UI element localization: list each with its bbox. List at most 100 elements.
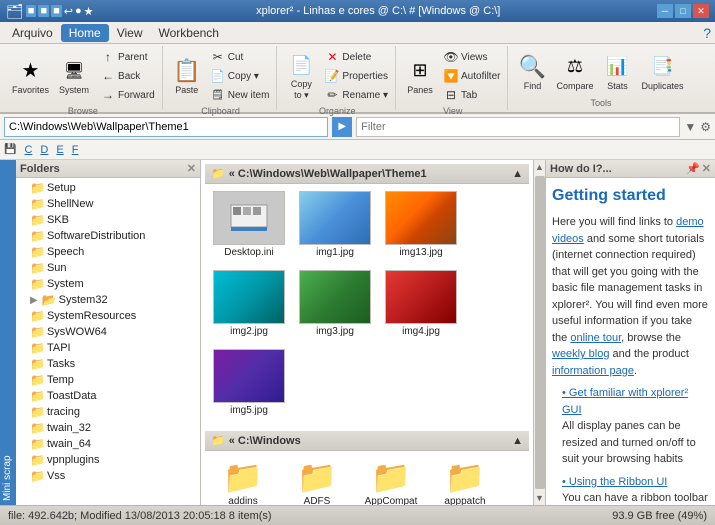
help-icon[interactable]: ? — [703, 25, 711, 41]
folder-system[interactable]: 📁 System — [18, 276, 198, 292]
folder-vss[interactable]: 📁 Vss — [18, 468, 198, 484]
folder-vpnplugins[interactable]: 📁 vpnplugins — [18, 452, 198, 468]
folder-tapi[interactable]: 📁 TAPI — [18, 340, 198, 356]
drive-f[interactable]: F — [72, 144, 79, 156]
properties-button[interactable]: 📝Properties — [321, 67, 391, 85]
copy-button[interactable]: 📄Copy ▾ — [207, 67, 273, 85]
folder-icon: 📁 — [30, 405, 45, 419]
file-img2[interactable]: img2.jpg — [209, 267, 289, 340]
compare-button[interactable]: ⚖ Compare — [552, 51, 597, 94]
back-button[interactable]: ←Back — [97, 67, 158, 85]
folder-speech[interactable]: 📁 Speech — [18, 244, 198, 260]
sidebar-close-button[interactable]: ✕ — [187, 162, 196, 175]
folder-syswow64[interactable]: 📁 SysWOW64 — [18, 324, 198, 340]
go-button[interactable]: ▶ — [332, 117, 352, 137]
help-bullet-1: • Get familiar with xplorer² GUI All dis… — [562, 385, 709, 468]
autofilter-button[interactable]: 🔽Autofilter — [440, 67, 503, 85]
panes-button[interactable]: ⊞ Panes — [402, 55, 438, 98]
folder-addins[interactable]: 📁 addins — [209, 455, 277, 505]
folder-appcompat[interactable]: 📁 AppCompat — [357, 455, 425, 505]
expand-icon: ▶ — [30, 295, 38, 306]
close-button[interactable]: ✕ — [693, 4, 709, 18]
forward-button[interactable]: →Forward — [97, 86, 158, 104]
minimize-button[interactable]: ─ — [657, 4, 673, 18]
folder-systemresources[interactable]: 📁 SystemResources — [18, 308, 198, 324]
duplicates-button[interactable]: 📑 Duplicates — [638, 51, 688, 94]
sidebar-header: Folders ✕ — [16, 160, 200, 178]
file-img5[interactable]: img5.jpg — [209, 346, 289, 419]
folder-system32[interactable]: ▶ 📂 System32 — [18, 292, 198, 308]
scroll-thumb[interactable] — [535, 176, 545, 489]
help-close-icon[interactable]: ✕ — [702, 162, 711, 175]
folder-setup[interactable]: 📁 Setup — [18, 180, 198, 196]
help-pin-icon[interactable]: 📌 — [686, 162, 700, 175]
help-link-tour[interactable]: online tour — [570, 332, 621, 344]
folder-skb[interactable]: 📁 SKB — [18, 212, 198, 228]
drive-d[interactable]: D — [40, 144, 48, 156]
section-scroll-up2[interactable]: ▲ — [512, 435, 523, 447]
file-thumbnail — [299, 270, 371, 324]
filter-input[interactable] — [356, 117, 680, 137]
drive-c[interactable]: C — [24, 144, 32, 156]
mini-scrap-tab[interactable]: Mini scrap — [0, 160, 16, 505]
drive-e[interactable]: E — [56, 144, 63, 156]
folder-icon-large: 📁 — [371, 458, 411, 496]
folder-tasks[interactable]: 📁 Tasks — [18, 356, 198, 372]
paste-button[interactable]: 📋 Paste — [169, 55, 205, 98]
titlebar: 🗂 ■ ■ ■ ↩ ● ★ xplorer² - Linhas e cores … — [0, 0, 715, 22]
menu-workbench[interactable]: Workbench — [151, 24, 227, 42]
stats-button[interactable]: 📊 Stats — [600, 51, 636, 94]
statusbar: file: 492.642b; Modified 13/08/2013 20:0… — [0, 505, 715, 525]
section-scroll-up[interactable]: ▲ — [512, 168, 523, 180]
new-item-button[interactable]: 🗒New item — [207, 86, 273, 104]
delete-button[interactable]: ✕Delete — [321, 48, 391, 66]
find-button[interactable]: 🔍 Find — [514, 51, 550, 94]
settings-icon[interactable]: ⚙ — [700, 120, 711, 134]
rename-button[interactable]: ✏Rename ▾ — [321, 86, 391, 104]
help-bullet-title-1[interactable]: • Get familiar with xplorer² GUI — [562, 385, 709, 418]
folder-section-icon: 📁 — [211, 167, 225, 180]
folder-name: AppCompat — [365, 496, 418, 505]
folder-apppatch[interactable]: 📁 apppatch — [431, 455, 499, 505]
file-img1[interactable]: img1.jpg — [295, 188, 375, 261]
menu-arquivo[interactable]: Arquivo — [4, 24, 61, 42]
file-img3[interactable]: img3.jpg — [295, 267, 375, 340]
tab-button[interactable]: ⊟Tab — [440, 86, 503, 104]
views-button[interactable]: 👁Views — [440, 48, 503, 66]
help-link-demo[interactable]: demo videos — [552, 216, 704, 245]
help-bullet-text-1: All display panes can be resized and tur… — [562, 418, 709, 468]
file-img13[interactable]: img13.jpg — [381, 188, 461, 261]
folder-toastdata[interactable]: 📁 ToastData — [18, 388, 198, 404]
folder-tracing[interactable]: 📁 tracing — [18, 404, 198, 420]
system-button[interactable]: 🖥 System — [55, 55, 93, 98]
address-input[interactable] — [4, 117, 328, 137]
menu-home[interactable]: Home — [61, 24, 109, 42]
folder-icon: 📁 — [30, 389, 45, 403]
filepane-scrollbar[interactable]: ▲ ▼ — [533, 160, 545, 505]
folder-icon: 📁 — [30, 181, 45, 195]
pane-scroll-area: 📁 « C:\Windows\Web\Wallpaper\Theme1 ▲ — [201, 160, 533, 505]
ribbon-group-browse: ★ Favorites 🖥 System ↑Parent ←Back →Forw… — [4, 46, 163, 110]
folder-temp[interactable]: 📁 Temp — [18, 372, 198, 388]
folder-twain32[interactable]: 📁 twain_32 — [18, 420, 198, 436]
help-bullet-title-2[interactable]: • Using the Ribbon UI — [562, 474, 709, 491]
copyto-button[interactable]: 📄 Copyto ▾ — [283, 49, 319, 103]
thumb-grid: Desktop.ini img1.jpg img13.jpg img2.jpg … — [205, 184, 529, 423]
folder-softwaredistribution[interactable]: 📁 SoftwareDistribution — [18, 228, 198, 244]
folder-sun[interactable]: 📁 Sun — [18, 260, 198, 276]
help-link-info[interactable]: information page — [552, 365, 634, 377]
cut-button[interactable]: ✂Cut — [207, 48, 273, 66]
help-link-blog[interactable]: weekly blog — [552, 348, 609, 360]
folder-icon: 📁 — [30, 261, 45, 275]
menu-view[interactable]: View — [109, 24, 151, 42]
folder-shellnew[interactable]: 📁 ShellNew — [18, 196, 198, 212]
folder-adfs[interactable]: 📁 ADFS — [283, 455, 351, 505]
folder-twain64[interactable]: 📁 twain_64 — [18, 436, 198, 452]
clipboard-group-label: Clipboard — [169, 104, 273, 116]
parent-button[interactable]: ↑Parent — [97, 48, 158, 66]
file-desktop-ini[interactable]: Desktop.ini — [209, 188, 289, 261]
file-img4[interactable]: img4.jpg — [381, 267, 461, 340]
favorites-button[interactable]: ★ Favorites — [8, 55, 53, 98]
maximize-button[interactable]: □ — [675, 4, 691, 18]
folder-icon: 📁 — [30, 229, 45, 243]
